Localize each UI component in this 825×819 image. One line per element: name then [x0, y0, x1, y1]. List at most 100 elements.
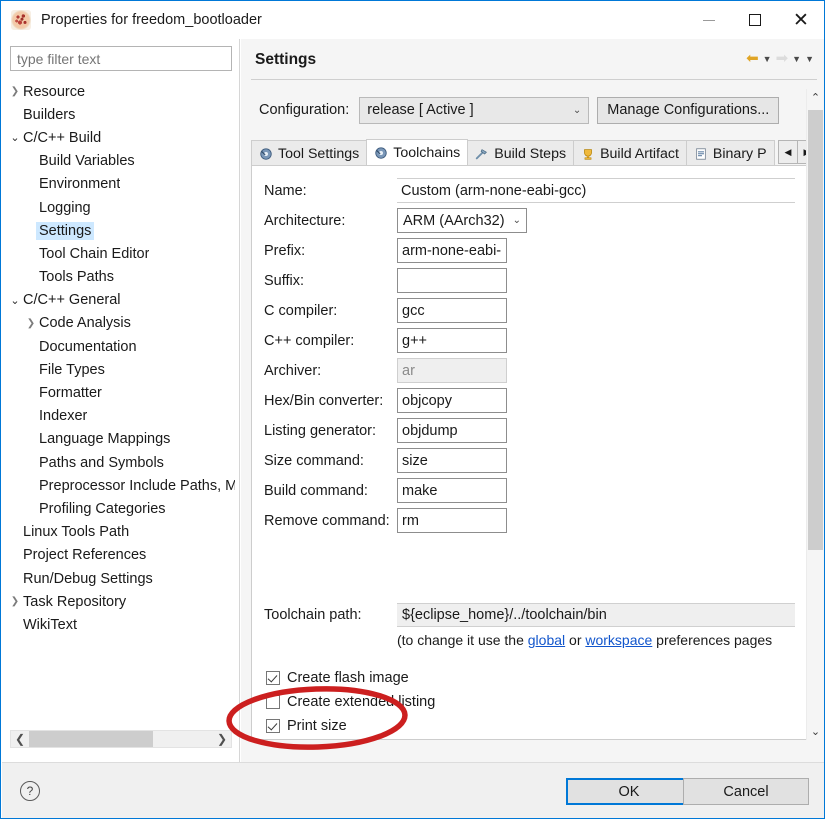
sidebar-item-paths-and-symbols[interactable]: Paths and Symbols	[2, 451, 239, 474]
tab-build-steps[interactable]: Build Steps	[467, 140, 575, 166]
chevron-left-icon[interactable]: ❮	[11, 731, 29, 747]
field-prefix-input[interactable]	[397, 238, 507, 263]
sidebar-item-documentation[interactable]: Documentation	[2, 335, 239, 358]
settings-tree[interactable]: ❯ Resource Builders ⌄ C/C++ Build Build Varia…	[2, 80, 239, 725]
wrench-gear-icon	[374, 146, 388, 160]
sidebar-item-label: C/C++ Build	[23, 129, 102, 146]
forward-menu-chevron-down-icon[interactable]: ▼	[792, 54, 801, 64]
minimize-icon[interactable]	[686, 1, 732, 39]
chevron-up-icon[interactable]: ⌃	[807, 89, 824, 106]
chevron-right-icon[interactable]: ❯	[7, 86, 23, 97]
forward-arrow-icon[interactable]: ➡	[776, 51, 789, 66]
filter-input[interactable]	[10, 46, 232, 71]
checkbox-create-flash-image[interactable]: Create flash image	[266, 670, 409, 686]
tree-horizontal-scrollbar[interactable]: ❮ ❯	[10, 730, 232, 748]
sidebar-item-tool-chain-editor[interactable]: Tool Chain Editor	[2, 242, 239, 265]
sidebar-item-run-debug-settings[interactable]: Run/Debug Settings	[2, 567, 239, 590]
form-row-c-compiler: C compiler:	[264, 298, 507, 323]
form-row-suffix: Suffix:	[264, 268, 507, 293]
configuration-label: Configuration:	[259, 102, 350, 118]
configuration-dropdown[interactable]: release [ Active ] ⌄	[359, 96, 590, 124]
field-label-build-command: Build command:	[264, 482, 368, 499]
chevron-down-icon[interactable]: ⌄	[7, 294, 23, 307]
global-preferences-link[interactable]: global	[528, 632, 565, 648]
maximize-icon[interactable]	[732, 1, 778, 39]
field-label-size-command: Size command:	[264, 452, 364, 469]
sidebar-item-language-mappings[interactable]: Language Mappings	[2, 428, 239, 451]
form-row-archiver: Archiver:	[264, 358, 507, 383]
checkbox-checked-icon[interactable]	[266, 671, 280, 685]
scrollbar-thumb[interactable]	[29, 731, 153, 747]
window-title-bar: Properties for freedom_bootloader ✕	[1, 1, 824, 39]
field-c-compiler-input[interactable]	[397, 298, 507, 323]
sidebar-item-wikitext[interactable]: WikiText	[2, 613, 239, 636]
form-row-architecture: Architecture: ARM (AArch32) ⌄	[264, 208, 527, 233]
back-arrow-icon[interactable]: ⬅	[746, 51, 759, 66]
chevron-right-icon[interactable]: ❯	[7, 596, 23, 607]
hammer-icon	[475, 147, 489, 161]
field-label-c-compiler: C compiler:	[264, 302, 338, 319]
tab-tool-settings[interactable]: Tool Settings	[251, 140, 368, 166]
ok-button[interactable]: OK	[566, 778, 692, 805]
sidebar-item-tools-paths[interactable]: Tools Paths	[2, 266, 239, 289]
sidebar-item-project-references[interactable]: Project References	[2, 544, 239, 567]
settings-tree-panel: ❯ResourceBuilders⌄C/C++ BuildBuild Varia…	[2, 39, 240, 764]
field-suffix-input[interactable]	[397, 268, 507, 293]
sidebar-item-formatter[interactable]: Formatter	[2, 381, 239, 404]
sidebar-item-resource[interactable]: ❯ Resource	[2, 80, 239, 103]
document-icon	[694, 147, 708, 161]
toolchain-path-input[interactable]	[397, 603, 795, 627]
field-c++-compiler-input[interactable]	[397, 328, 507, 353]
checkbox-unchecked-icon[interactable]	[266, 695, 280, 709]
sidebar-item-label: Documentation	[39, 338, 137, 355]
sidebar-item-file-types[interactable]: File Types	[2, 358, 239, 381]
tab-build-artifact[interactable]: Build Artifact	[573, 140, 687, 166]
close-icon[interactable]: ✕	[778, 1, 824, 39]
sidebar-item-linux-tools-path[interactable]: Linux Tools Path	[2, 521, 239, 544]
sidebar-item-task-repository[interactable]: ❯ Task Repository	[2, 590, 239, 613]
field-remove-command-input[interactable]	[397, 508, 507, 533]
sidebar-item-c-c-general[interactable]: ⌄ C/C++ General	[2, 289, 239, 312]
checkbox-print-size[interactable]: Print size	[266, 718, 347, 734]
sidebar-item-indexer[interactable]: Indexer	[2, 405, 239, 428]
page-vertical-scrollbar[interactable]: ⌃ ⌄	[806, 89, 823, 740]
sidebar-item-code-analysis[interactable]: ❯ Code Analysis	[2, 312, 239, 335]
tab-binary-p[interactable]: Binary P	[685, 140, 775, 166]
cancel-button[interactable]: Cancel	[683, 778, 809, 805]
more-chevron-down-icon[interactable]: ▼	[805, 54, 814, 64]
sidebar-item-builders[interactable]: Builders	[2, 103, 239, 126]
sidebar-item-c-c-build[interactable]: ⌄ C/C++ Build	[2, 126, 239, 149]
chevron-right-icon[interactable]: ❯	[23, 318, 39, 329]
sidebar-item-environment[interactable]: Environment	[2, 173, 239, 196]
project-icon	[11, 10, 31, 30]
sidebar-item-preprocessor-include-paths-m[interactable]: Preprocessor Include Paths, M	[2, 474, 239, 497]
sidebar-item-logging[interactable]: Logging	[2, 196, 239, 219]
sidebar-item-build-variables[interactable]: Build Variables	[2, 150, 239, 173]
sidebar-item-profiling-categories[interactable]: Profiling Categories	[2, 497, 239, 520]
chevron-down-icon[interactable]: ⌄	[7, 131, 23, 144]
workspace-preferences-link[interactable]: workspace	[585, 632, 652, 648]
manage-configurations-button[interactable]: Manage Configurations...	[597, 96, 780, 124]
chevron-down-icon[interactable]: ⌄	[807, 723, 824, 740]
title-divider	[251, 79, 817, 80]
chevron-right-icon[interactable]: ❯	[213, 731, 231, 747]
field-hex-bin-converter-input[interactable]	[397, 388, 507, 413]
scrollbar-thumb[interactable]	[808, 110, 823, 550]
triangle-left-icon[interactable]: ◀	[778, 140, 798, 164]
checkbox-checked-icon[interactable]	[266, 719, 280, 733]
window-controls: ✕	[686, 1, 824, 39]
sidebar-item-settings[interactable]: Settings	[2, 219, 239, 242]
field-listing-generator-input[interactable]	[397, 418, 507, 443]
scrollbar-track[interactable]	[153, 731, 213, 747]
chevron-down-icon: ⌄	[512, 215, 521, 226]
field-name-input[interactable]	[397, 178, 795, 203]
field-architecture-dropdown[interactable]: ARM (AArch32) ⌄	[397, 208, 527, 233]
checkbox-label: Create flash image	[287, 670, 409, 686]
field-build-command-input[interactable]	[397, 478, 507, 503]
sidebar-item-label: Profiling Categories	[39, 500, 166, 517]
tab-toolchains[interactable]: Toolchains	[366, 139, 469, 166]
back-menu-chevron-down-icon[interactable]: ▼	[763, 54, 772, 64]
field-size-command-input[interactable]	[397, 448, 507, 473]
checkbox-create-extended-listing[interactable]: Create extended listing	[266, 694, 435, 710]
help-icon[interactable]: ?	[20, 781, 40, 801]
